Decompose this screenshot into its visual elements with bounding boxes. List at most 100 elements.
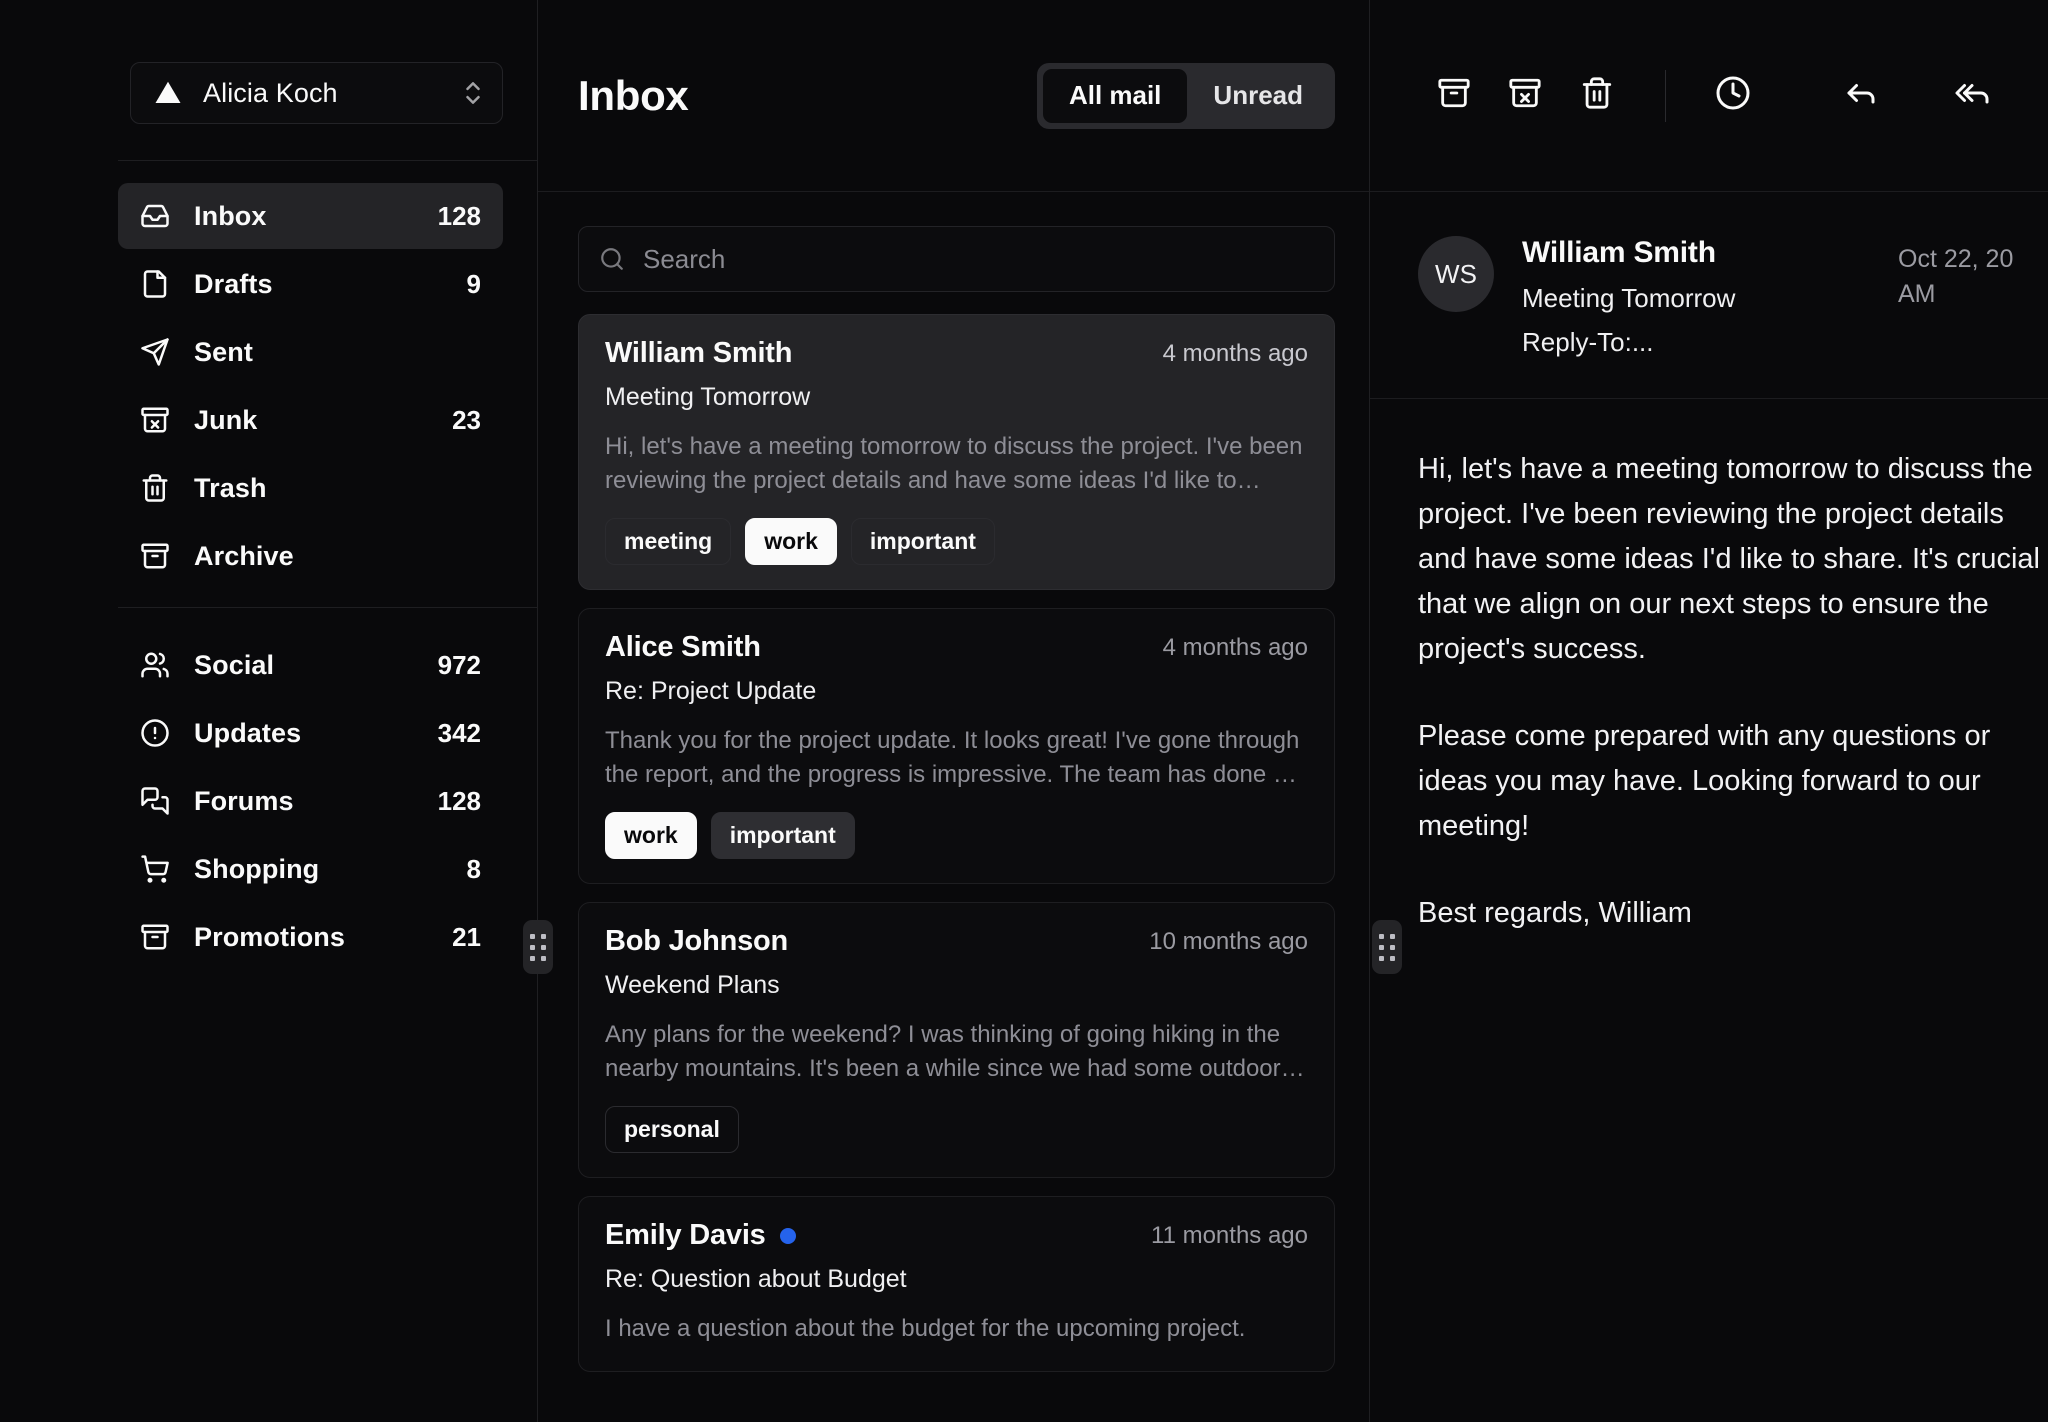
- list-item-time: 4 months ago: [1162, 339, 1308, 367]
- sidebar-item-label: Promotions: [194, 921, 346, 952]
- list-item-time: 11 months ago: [1151, 1221, 1308, 1249]
- sidebar-resize-handle[interactable]: [523, 920, 553, 974]
- sidebar-item-label: Archive: [194, 540, 294, 571]
- tag-badge[interactable]: personal: [605, 1106, 739, 1154]
- sidebar: Alicia Koch Inbox 128 Drafts 9 Sent Junk…: [0, 0, 538, 1422]
- avatar: WS: [1418, 236, 1494, 312]
- list-item-header: Emily Davis 11 months ago: [605, 1219, 1308, 1252]
- sidebar-item-updates[interactable]: Updates 342: [118, 700, 503, 766]
- tab-unread[interactable]: Unread: [1187, 69, 1329, 123]
- sidebar-primary-nav: Inbox 128 Drafts 9 Sent Junk 23 Trash Ar…: [0, 161, 537, 589]
- message-subject: Meeting Tomorrow: [1522, 283, 1736, 313]
- account-switcher[interactable]: Alicia Koch: [130, 62, 503, 124]
- message-header: WS William Smith Meeting Tomorrow Reply-…: [1370, 192, 2048, 399]
- mail-list-pane: Inbox All mail Unread William Smith: [538, 0, 1370, 1422]
- list-item-time: 10 months ago: [1149, 927, 1308, 955]
- list-item-time: 4 months ago: [1162, 633, 1308, 661]
- move-to-trash-button[interactable]: [1561, 57, 1633, 135]
- archive-icon: [140, 541, 170, 571]
- list-item-preview: I have a question about the budget for t…: [605, 1315, 1246, 1343]
- message-body: Hi, let's have a meeting tomorrow to dis…: [1370, 399, 2048, 977]
- sidebar-item-shopping[interactable]: Shopping 8: [118, 836, 503, 902]
- list-item[interactable]: William Smith 4 months ago Meeting Tomor…: [578, 314, 1335, 591]
- sidebar-item-label: Trash: [194, 472, 267, 503]
- sidebar-item-count: 23: [452, 404, 481, 435]
- search-input[interactable]: [643, 243, 1314, 275]
- sidebar-item-label: Forums: [194, 785, 294, 816]
- clock-icon: [1715, 75, 1751, 116]
- reading-pane: WS William Smith Meeting Tomorrow Reply-…: [1370, 0, 2048, 1422]
- sidebar-item-promotions[interactable]: Promotions 21: [118, 904, 503, 970]
- message-reply-to: Reply-To:...: [1522, 327, 1654, 357]
- list-item-preview: Any plans for the weekend? I was thinkin…: [605, 1021, 1281, 1083]
- sidebar-item-label: Shopping: [194, 853, 320, 884]
- message-date: Oct 22, 20 AM: [1898, 245, 2014, 308]
- sidebar-item-junk[interactable]: Junk 23: [118, 387, 503, 453]
- list-item[interactable]: Emily Davis 11 months ago Re: Question a…: [578, 1196, 1335, 1372]
- alert-circle-icon: [140, 718, 170, 748]
- sidebar-item-inbox[interactable]: Inbox 128: [118, 183, 503, 249]
- list-item-subject: Meeting Tomorrow: [605, 383, 811, 411]
- sidebar-item-label: Updates: [194, 717, 302, 748]
- reading-toolbar: [1370, 0, 2048, 192]
- inbox-icon: [140, 201, 170, 231]
- message-paragraph: Please come prepared with any questions …: [1418, 719, 1991, 842]
- move-to-junk-button[interactable]: [1490, 57, 1562, 135]
- tag-badge[interactable]: important: [850, 518, 995, 566]
- list-item-sender: Alice Smith: [605, 631, 761, 664]
- triangle-logo-icon: [153, 78, 183, 108]
- archive-icon: [140, 922, 170, 952]
- tab-all-mail[interactable]: All mail: [1042, 68, 1188, 123]
- sidebar-item-drafts[interactable]: Drafts 9: [118, 251, 503, 317]
- sidebar-item-count: 128: [437, 785, 481, 816]
- list-item-sender: Emily Davis: [605, 1219, 766, 1252]
- tag-badge[interactable]: work: [745, 518, 837, 566]
- sidebar-item-sent[interactable]: Sent: [118, 319, 503, 385]
- reply-button[interactable]: [1825, 57, 1897, 135]
- tag-badge[interactable]: work: [605, 812, 697, 860]
- sidebar-item-social[interactable]: Social 972: [118, 632, 503, 698]
- message-paragraph: Best regards, William: [1418, 896, 1692, 929]
- sidebar-item-label: Drafts: [194, 268, 273, 299]
- sidebar-secondary-nav: Social 972 Updates 342 Forums 128 Shoppi…: [0, 626, 537, 970]
- mail-list: William Smith 4 months ago Meeting Tomor…: [538, 292, 1369, 1372]
- sidebar-item-trash[interactable]: Trash: [118, 455, 503, 521]
- list-header: Inbox All mail Unread: [538, 0, 1369, 192]
- mail-app: Alicia Koch Inbox 128 Drafts 9 Sent Junk…: [0, 0, 2048, 1422]
- message-meta: William Smith Meeting Tomorrow Reply-To:…: [1522, 236, 1870, 358]
- list-item[interactable]: Bob Johnson 10 months ago Weekend Plans …: [578, 902, 1335, 1179]
- list-item-tags: personal: [605, 1106, 1308, 1154]
- archive-x-icon: [140, 405, 170, 435]
- tag-badge[interactable]: important: [710, 812, 855, 860]
- list-resize-handle[interactable]: [1372, 920, 1402, 974]
- account-name: Alicia Koch: [203, 77, 338, 108]
- reply-all-button[interactable]: [1937, 57, 2009, 135]
- list-item-subject: Re: Question about Budget: [605, 1265, 907, 1294]
- tag-badge[interactable]: meeting: [605, 518, 732, 566]
- archive-button[interactable]: [1418, 57, 1490, 135]
- sidebar-divider-mid: [118, 607, 537, 608]
- toolbar-divider: [1664, 69, 1666, 122]
- unread-indicator-dot: [779, 1227, 796, 1244]
- sidebar-item-archive[interactable]: Archive: [118, 523, 503, 589]
- reply-icon: [1843, 75, 1879, 116]
- reply-all-icon: [1954, 75, 1990, 116]
- list-item[interactable]: Alice Smith 4 months ago Re: Project Upd…: [578, 608, 1335, 885]
- list-item-sender: William Smith: [605, 337, 793, 369]
- search-box[interactable]: [578, 226, 1335, 292]
- sidebar-item-count: 9: [466, 268, 481, 299]
- list-item-header: William Smith 4 months ago: [605, 337, 1308, 370]
- mail-filter-tabs: All mail Unread: [1036, 62, 1335, 129]
- users-icon: [140, 650, 170, 680]
- list-item-subject: Weekend Plans: [605, 971, 780, 1000]
- sidebar-item-count: 972: [437, 649, 481, 680]
- snooze-button[interactable]: [1697, 57, 1769, 135]
- sidebar-item-label: Sent: [194, 336, 253, 367]
- page-title: Inbox: [578, 71, 689, 119]
- sidebar-item-label: Junk: [194, 404, 258, 435]
- search-icon: [599, 246, 625, 272]
- message-sender: William Smith: [1522, 236, 1716, 269]
- list-item-tags: work important: [605, 812, 1308, 860]
- sidebar-item-forums[interactable]: Forums 128: [118, 768, 503, 834]
- sidebar-item-count: 8: [466, 853, 481, 884]
